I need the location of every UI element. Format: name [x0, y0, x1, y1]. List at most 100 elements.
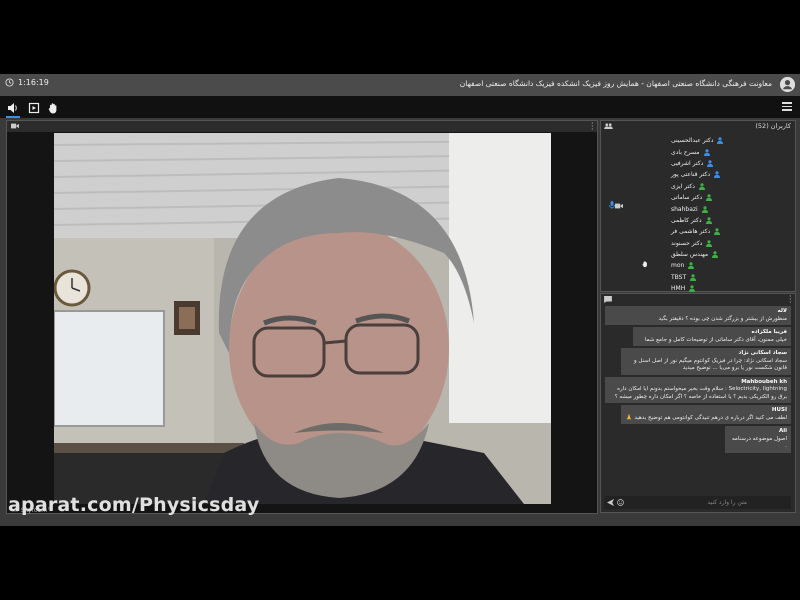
title-bar: 1:16:19 معاونت فرهنگی دانشگاه صنعتی اصفه… [0, 74, 800, 96]
participant-name: TBST [671, 273, 687, 281]
user-icon [689, 285, 696, 293]
toolbar [0, 96, 800, 118]
chat-message: لاله منظورش از بیشتر و بزرگتر شدن چی بوده… [605, 306, 791, 325]
participant-name: مهندس سلطق [671, 251, 709, 259]
chat-message-text: خیلی ممنون، آقای دکتر ساماتی از توضیحات … [644, 336, 787, 343]
chat-message-author: Mahboubeh kh [741, 378, 787, 385]
participant-name: دکتر قناعتی پور [671, 171, 711, 179]
video-camera-icon [615, 203, 623, 209]
participant-name: mon [671, 262, 685, 270]
user-icon [707, 160, 714, 167]
participant-name: shahbazi [671, 205, 698, 213]
speaker-button[interactable] [6, 100, 20, 118]
participant-status-icons [609, 201, 623, 209]
speaker-icon [8, 103, 17, 113]
user-icon [705, 217, 712, 224]
participant-item[interactable]: دکتر حسنوند [671, 238, 791, 249]
send-icon[interactable] [607, 499, 614, 506]
participant-item[interactable]: مهندس سلطق [671, 249, 791, 260]
chat-message: Ali اصول موضوعه درسنامه . [725, 426, 791, 453]
participant-item[interactable]: TBST [671, 272, 791, 283]
hand-icon [48, 103, 57, 114]
user-icon [717, 137, 724, 145]
participant-item[interactable]: مسرح بادی [671, 146, 791, 157]
user-icon [703, 148, 710, 156]
participants-list: دکتر عبدالحسینی مسرح بادی دکتر اشرفیی دکتر … [671, 135, 791, 294]
participant-item[interactable]: دکتر اشرفیی [671, 158, 791, 169]
chat-message-text: منظورش از بیشتر و بزرگتر شدن چی بوده ؟ د… [658, 315, 787, 322]
session-timer: 1:16:19 [5, 78, 49, 87]
chat-message-author: فریبا ملکزاده [751, 329, 787, 335]
participant-item[interactable]: دکتر ایزی [671, 181, 791, 192]
participant-name: HMH [671, 285, 686, 293]
clock-icon [5, 78, 14, 87]
participants-panel: کاربران (52) دکتر عبدالحسینی مسرح بادی دکت… [600, 120, 796, 294]
user-icon [688, 262, 695, 270]
chat-messages: لاله منظورش از بیشتر و بزرگتر شدن چی بوده… [605, 306, 791, 489]
chat-header: · · · [601, 293, 795, 307]
watermark: aparat.com/Physicsday [8, 494, 260, 516]
chat-options-icon[interactable]: · · · [789, 293, 792, 307]
participant-item[interactable]: دکتر قناعتی پور [671, 169, 791, 180]
users-icon [604, 123, 613, 129]
menu-icon [782, 102, 792, 104]
app-window: 1:16:19 معاونت فرهنگی دانشگاه صنعتی اصفه… [0, 74, 800, 526]
participant-name: دکتر عبدالحسینی [671, 137, 714, 145]
user-avatar-icon [780, 77, 795, 92]
user-icon [714, 171, 721, 179]
participant-item[interactable]: دکتر عبدالحسینی [671, 135, 791, 146]
participant-item[interactable]: mon [671, 260, 791, 271]
chat-panel: · · · لاله منظورش از بیشتر و بزرگتر شدن چی … [600, 293, 796, 513]
participant-name: دکتر هاشمی فر [671, 228, 711, 236]
participant-name: دکتر حسنوند [671, 239, 703, 247]
user-icon [712, 251, 719, 259]
chat-message-text: سجاد اسکانی نژاد: چرا در فیزیک کوانتوم م… [633, 357, 787, 372]
chat-message-author: لاله [777, 308, 788, 314]
user-icon [714, 228, 721, 236]
user-icon [706, 194, 713, 202]
participant-name: دکتر ساماتی [671, 194, 703, 202]
chat-icon [604, 296, 612, 303]
timer-text: 1:16:19 [18, 78, 49, 87]
hand-raised-icon [642, 261, 647, 268]
emoji-icon[interactable] [617, 499, 624, 506]
chat-message-text: لطف می کنید اگر درباره ی درهم تنیدگی کوا… [625, 414, 787, 421]
menu-button[interactable] [782, 102, 792, 111]
user-icon [698, 182, 705, 190]
participant-name: دکتر کاظمی [671, 216, 702, 224]
user-icon [706, 239, 713, 247]
participants-count: کاربران (52) [755, 122, 791, 130]
participants-header: کاربران (52) [601, 121, 795, 132]
chat-input[interactable]: متن را وارد کنید [604, 496, 791, 509]
participant-item[interactable]: دکتر ساماتی [671, 192, 791, 203]
chat-message: فریبا ملکزاده خیلی ممنون، آقای دکتر سامات… [633, 327, 791, 346]
participant-name: دکتر اشرفیی [671, 159, 704, 167]
present-button[interactable] [27, 100, 41, 114]
video-stream [54, 133, 551, 504]
participant-item[interactable]: دکتر کاظمی [671, 215, 791, 226]
video-header: · · · [7, 120, 597, 134]
chat-input-placeholder: متن را وارد کنید [707, 499, 747, 506]
chat-message-author: Ali [778, 428, 787, 434]
avatar[interactable] [780, 77, 795, 92]
speaker-video-image [54, 133, 551, 504]
chat-message-text: Seloctricity, lightning : سلام وقت بخیر … [614, 386, 787, 400]
chat-message-author: سجاد اسکانی نژاد [738, 350, 787, 356]
user-icon [701, 205, 708, 213]
video-panel: · · · © Skyroom™ [6, 120, 598, 514]
chat-message: سجاد اسکانی نژاد سجاد اسکانی نژاد: چرا در… [621, 348, 791, 375]
room-title: معاونت فرهنگی دانشگاه صنعتی اصفهان - هما… [459, 79, 772, 88]
participant-name: مسرح بادی [671, 148, 700, 156]
user-icon [690, 274, 697, 281]
video-options-icon[interactable]: · · · [591, 120, 594, 134]
chat-message-text: اصول موضوعه درسنامه . [731, 435, 787, 450]
chat-message: HUSI لطف می کنید اگر درباره ی درهم تنیدگی… [621, 405, 791, 424]
chat-message: Mahboubeh kh Seloctricity, lightning : سل… [605, 376, 791, 403]
participant-item[interactable]: دکتر هاشمی فر [671, 226, 791, 237]
participant-item[interactable]: shahbazi [671, 203, 791, 214]
camera-icon [11, 123, 19, 129]
present-icon [28, 102, 40, 114]
participant-name: دکتر ایزی [671, 182, 695, 190]
chat-message-author: HUSI [771, 407, 787, 413]
raise-hand-button[interactable] [46, 100, 60, 114]
